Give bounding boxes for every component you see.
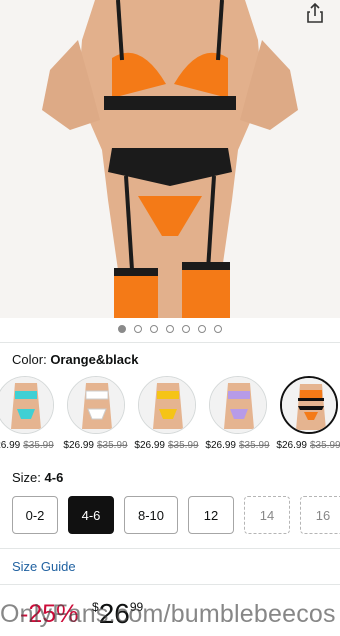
swatch-image [279, 376, 338, 434]
swatch-price-old: $35.99 [23, 440, 54, 451]
swatch-image [0, 376, 54, 434]
swatch-image [208, 376, 267, 434]
swatch-price-old: $35.99 [168, 440, 199, 451]
carousel-dot[interactable] [214, 325, 222, 333]
product-photo [0, 0, 340, 318]
swatch-price-old: $35.99 [310, 440, 340, 451]
swatch-price-old: $35.99 [97, 440, 128, 451]
swatch-price: $26.99 $35.99 [134, 440, 198, 451]
carousel-indicator [0, 325, 340, 333]
swatch-image [137, 376, 196, 434]
product-image[interactable] [0, 0, 340, 318]
share-icon[interactable] [304, 2, 326, 24]
size-guide-link[interactable]: Size Guide [12, 559, 76, 574]
swatch-price-old: $35.99 [239, 440, 270, 451]
watermark-text: OnlyFans.com/bumblebeecos [0, 600, 336, 628]
color-label: Color: Orange&black [12, 352, 138, 367]
carousel-dot[interactable] [198, 325, 206, 333]
selected-color-name: Orange&black [50, 352, 139, 367]
size-button-4-6[interactable]: 4-6 [68, 496, 114, 534]
swatch-price-current: $26.99 [205, 440, 236, 451]
swatch-image [66, 376, 125, 434]
size-label-prefix: Size: [12, 470, 41, 485]
color-swatch-yellow[interactable]: $26.99 $35.99 [134, 376, 199, 451]
swatch-price-current: $26.99 [134, 440, 165, 451]
swatch-price: 26.99$35.99 [0, 440, 54, 451]
size-button-16[interactable]: 16 [300, 496, 340, 534]
divider [0, 342, 340, 343]
size-label: Size: 4-6 [12, 470, 63, 485]
divider [0, 584, 340, 585]
selected-size-name: 4-6 [44, 470, 64, 485]
divider [0, 548, 340, 549]
carousel-dot[interactable] [182, 325, 190, 333]
swatch-price-current: $26.99 [63, 440, 94, 451]
carousel-dot[interactable] [118, 325, 126, 333]
swatch-price: $26.99 $35.99 [63, 440, 127, 451]
size-button-14[interactable]: 14 [244, 496, 290, 534]
carousel-dot[interactable] [166, 325, 174, 333]
color-swatch-aqua[interactable]: 26.99$35.99 [0, 376, 55, 451]
color-swatch-list: 26.99$35.99 $26.99$35.99 $26.99$35.99 $2… [0, 376, 340, 451]
size-button-12[interactable]: 12 [188, 496, 234, 534]
carousel-dot[interactable] [150, 325, 158, 333]
swatch-price-current: $26.99 [276, 440, 307, 451]
swatch-price: $26.99 $35.99 [276, 440, 340, 451]
size-button-0-2[interactable]: 0-2 [12, 496, 58, 534]
swatch-price-current: 26.99 [0, 440, 21, 451]
color-swatch-lavender[interactable]: $26.99 $35.99 [205, 376, 270, 451]
color-swatch-orange-black[interactable]: $26.99 $35.99 [276, 376, 340, 451]
size-button-list: 0-2 4-6 8-10 12 14 16 [12, 496, 340, 534]
carousel-dot[interactable] [134, 325, 142, 333]
color-label-prefix: Color: [12, 352, 47, 367]
size-button-8-10[interactable]: 8-10 [124, 496, 178, 534]
swatch-price: $26.99 $35.99 [205, 440, 269, 451]
color-swatch-white[interactable]: $26.99 $35.99 [63, 376, 128, 451]
